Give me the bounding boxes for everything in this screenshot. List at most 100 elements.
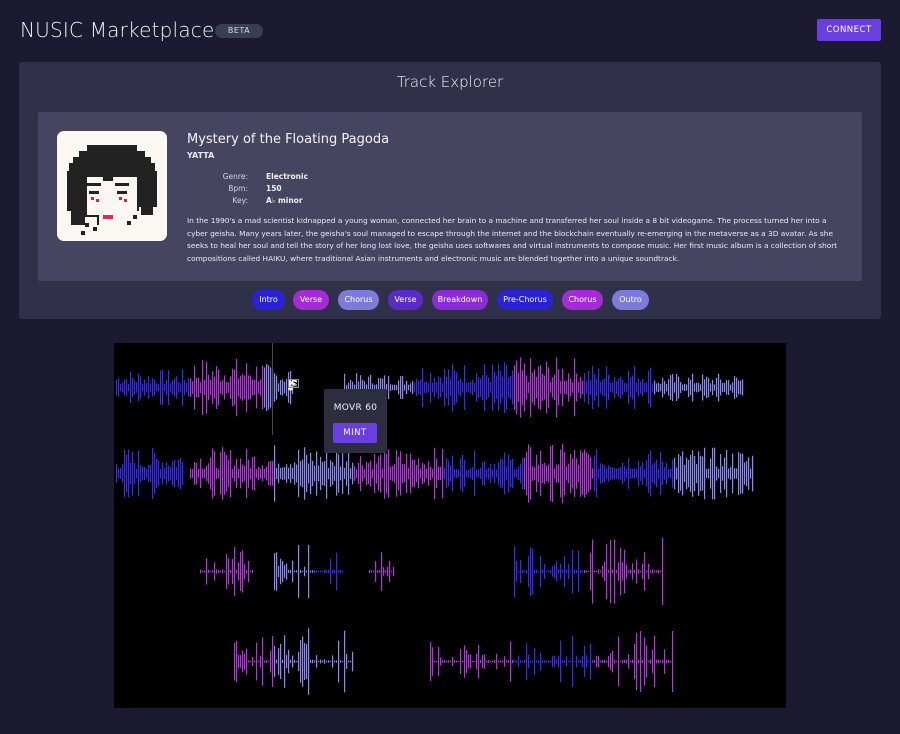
- waveform-bar: [500, 371, 502, 404]
- waveform-bar: [724, 382, 726, 393]
- waveform-bar: [514, 365, 516, 410]
- waveform-bar: [588, 370, 590, 405]
- waveform-bar: [290, 464, 292, 483]
- waveform-bar: [538, 366, 540, 409]
- section-pill-intro[interactable]: Intro: [252, 290, 285, 310]
- waveform-bar: [274, 373, 276, 402]
- waveform-bar: [176, 467, 178, 480]
- waveform-bar: [400, 451, 402, 496]
- waveform-bar: [310, 570, 312, 573]
- waveform-bar: [448, 660, 450, 663]
- waveform-bar: [310, 452, 312, 495]
- waveform-bar: [450, 379, 452, 396]
- waveform-bar: [712, 447, 714, 500]
- waveform-bar: [222, 447, 224, 500]
- waveform-bar: [444, 369, 446, 407]
- waveform-visualizer[interactable]: MOVR 60 MINT: [114, 343, 786, 708]
- waveform-bar: [172, 380, 174, 395]
- waveform-bar: [736, 468, 738, 479]
- waveform-bar: [192, 381, 194, 394]
- waveform-bar: [612, 569, 614, 574]
- waveform-bar: [160, 468, 162, 479]
- waveform-bar: [562, 660, 564, 663]
- connect-button[interactable]: CONNECT: [817, 19, 881, 41]
- waveform-bar: [440, 466, 442, 481]
- waveform-bar: [238, 378, 240, 397]
- waveform-bar: [280, 380, 282, 395]
- waveform-bar: [636, 632, 638, 691]
- waveform-bar: [312, 570, 314, 573]
- waveform-bar: [156, 459, 158, 489]
- waveform-bar: [704, 379, 706, 396]
- top-bar: NUSIC Marketplace BETA CONNECT: [0, 0, 900, 62]
- waveform-bar: [294, 659, 296, 664]
- waveform-bar: [272, 461, 274, 486]
- section-pill-breakdown[interactable]: Breakdown: [432, 290, 488, 310]
- waveform-bar: [520, 660, 522, 663]
- section-pill-pre-chorus[interactable]: Pre-Chorus: [497, 290, 553, 310]
- waveform-bar: [718, 373, 720, 402]
- waveform-bar: [562, 569, 564, 574]
- waveform-bar: [244, 375, 246, 400]
- waveform-bar: [522, 569, 524, 574]
- waveform-bar: [364, 469, 366, 478]
- waveform-bar: [204, 379, 206, 396]
- waveform-bar: [680, 456, 682, 491]
- waveform-bar: [212, 570, 214, 573]
- waveform-bar: [262, 637, 264, 686]
- mint-button[interactable]: MINT: [333, 423, 377, 443]
- waveform-bar: [234, 642, 236, 681]
- waveform-bar: [678, 376, 680, 399]
- waveform-bar: [630, 377, 632, 398]
- waveform-bar: [242, 464, 244, 483]
- waveform-bar: [654, 636, 656, 687]
- waveform-bar: [440, 377, 442, 398]
- waveform-bar: [694, 383, 696, 392]
- waveform-bar: [684, 464, 686, 483]
- section-pill-verse-2[interactable]: Verse: [388, 290, 423, 310]
- waveform-bar: [464, 365, 466, 410]
- section-pill-verse[interactable]: Verse: [293, 290, 329, 310]
- waveform-bar: [180, 457, 182, 490]
- cover-art: [57, 131, 167, 241]
- section-pill-chorus-2[interactable]: Chorus: [562, 290, 603, 310]
- waveform-bar: [304, 643, 306, 680]
- waveform-bar: [264, 660, 266, 663]
- waveform-bar: [634, 366, 636, 409]
- waveform-bar: [638, 460, 640, 487]
- waveform-bar: [152, 378, 154, 397]
- waveform-bar: [434, 447, 436, 500]
- waveform-bar: [504, 452, 506, 495]
- waveform-bar: [746, 461, 748, 487]
- waveform-bar: [538, 571, 540, 572]
- waveform-bar: [672, 631, 674, 693]
- waveform-bar: [278, 383, 280, 392]
- waveform-bar: [546, 361, 548, 414]
- waveform-bar: [476, 373, 478, 402]
- section-pill-outro[interactable]: Outro: [612, 290, 649, 310]
- waveform-bar: [224, 452, 226, 495]
- playhead[interactable]: [272, 343, 273, 435]
- waveform-bar: [162, 462, 164, 485]
- waveform-bar: [214, 562, 216, 581]
- waveform-bar: [302, 459, 304, 488]
- waveform-bar: [460, 649, 462, 674]
- waveform-bar: [284, 467, 286, 480]
- waveform-bar: [538, 660, 540, 663]
- waveform-bar: [236, 458, 238, 488]
- waveform-bar: [678, 454, 680, 493]
- waveform-bar: [230, 376, 232, 399]
- waveform-bar: [232, 469, 234, 478]
- waveform-bar: [140, 376, 142, 399]
- waveform-bar: [456, 469, 458, 479]
- section-pill-chorus[interactable]: Chorus: [338, 290, 379, 310]
- waveform-bar: [486, 469, 488, 478]
- waveform-bar: [170, 383, 172, 392]
- waveform-bar: [548, 367, 550, 408]
- waveform-bar: [342, 570, 344, 573]
- waveform-bar: [552, 445, 554, 502]
- waveform-bar: [540, 450, 542, 497]
- waveform-bar: [234, 369, 236, 406]
- waveform-bar: [258, 660, 260, 663]
- waveform-bar: [444, 660, 446, 663]
